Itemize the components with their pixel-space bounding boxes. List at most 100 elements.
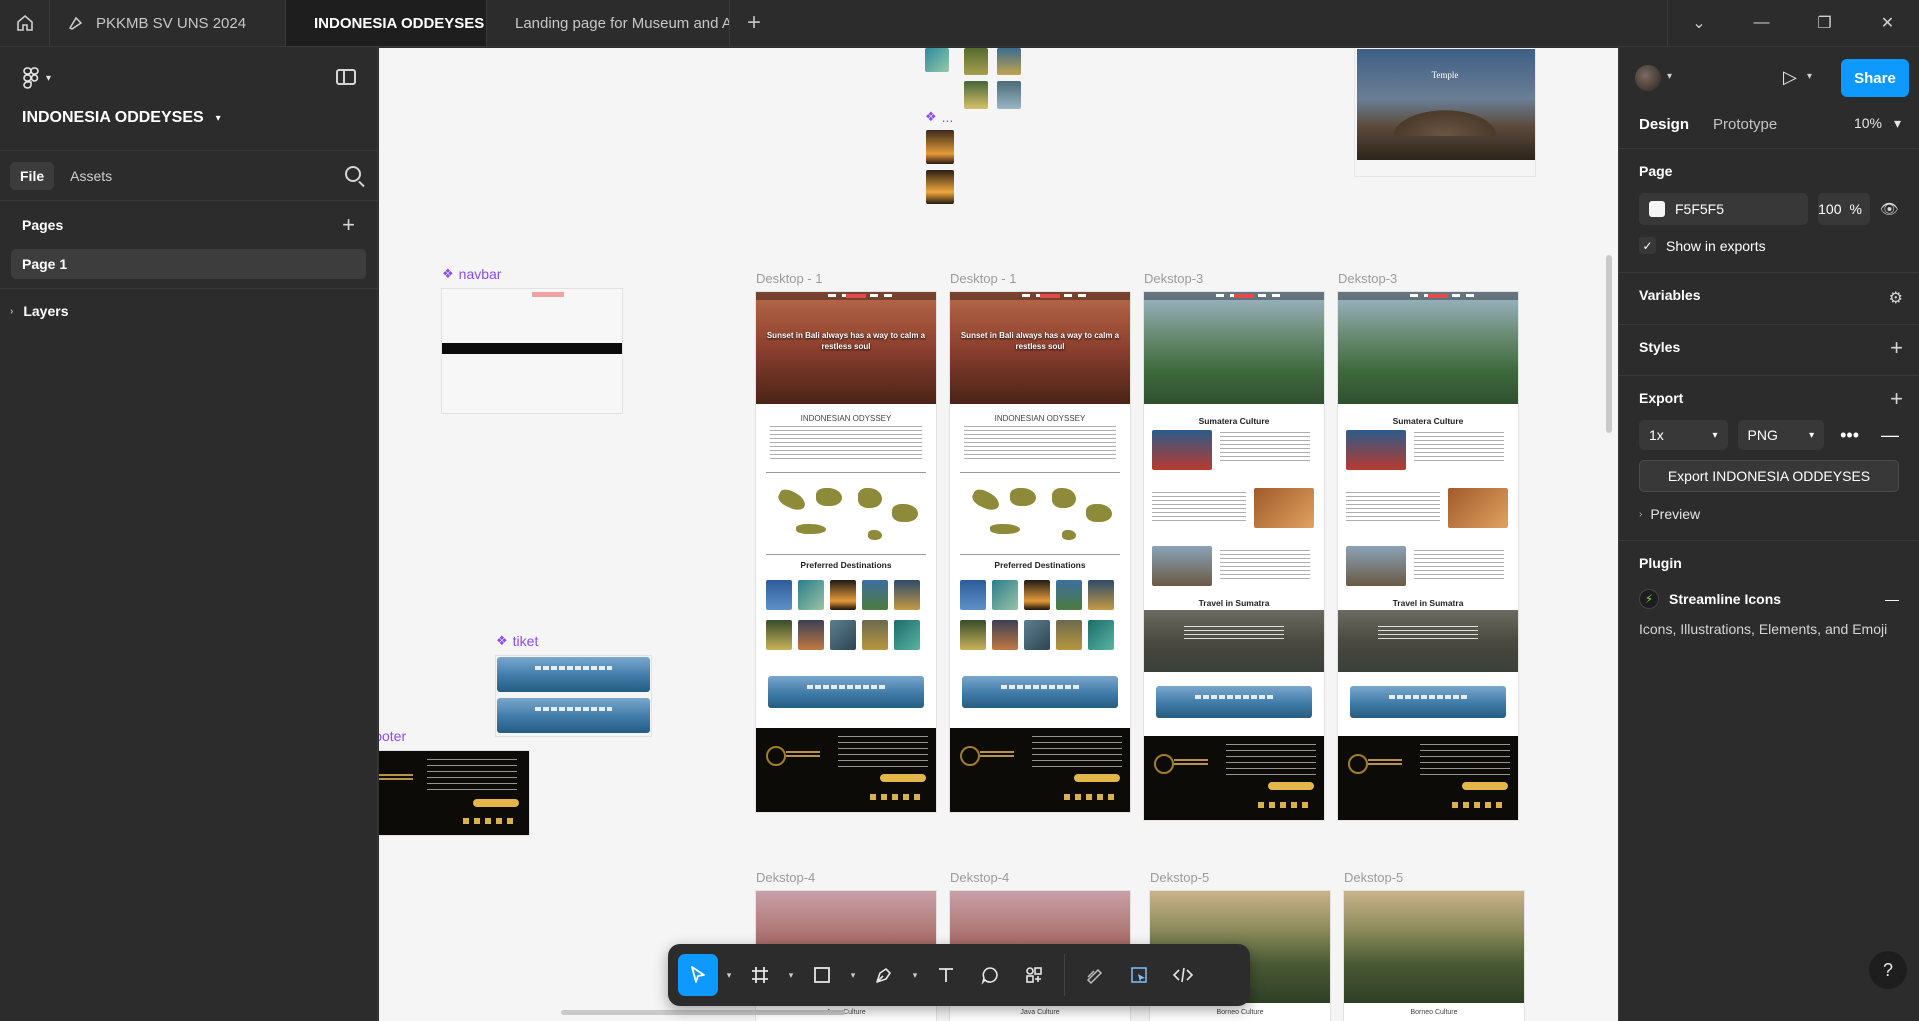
restore-button[interactable]: ❐ <box>1793 0 1856 46</box>
tab-file[interactable]: File <box>10 161 55 190</box>
mini-navbar <box>1338 292 1518 300</box>
shape-tool[interactable] <box>802 954 842 996</box>
tab-landing-page[interactable]: Landing page for Museum and Art Co <box>487 0 730 46</box>
dekstop-5-frame[interactable]: Borneo Culture <box>1344 891 1524 1021</box>
asset-thumbnail[interactable] <box>926 170 954 204</box>
asset-thumbnail[interactable] <box>964 81 988 109</box>
page-item[interactable]: Page 1 <box>11 249 366 279</box>
help-button[interactable]: ? <box>1869 951 1907 989</box>
desktop-1-frame[interactable]: Sunset in Bali always has a way to calm … <box>756 292 936 812</box>
remove-plugin-icon[interactable]: — <box>1885 591 1899 607</box>
remove-export-icon[interactable]: — <box>1881 425 1899 446</box>
frame-tool[interactable] <box>740 954 780 996</box>
dekstop-3-frame[interactable]: Sumatera Culture Travel in Sumatra <box>1144 292 1324 820</box>
tab-assets[interactable]: Assets <box>60 162 122 190</box>
close-window-button[interactable]: ✕ <box>1856 0 1919 46</box>
divider <box>960 472 1120 473</box>
sidebar-toggle-icon[interactable] <box>336 69 356 85</box>
dev-mode-tool[interactable] <box>1163 954 1203 996</box>
component-label-navbar[interactable]: ❖ navbar <box>442 266 501 282</box>
tab-pkkmb[interactable]: PKKMB SV UNS 2024 <box>50 0 286 46</box>
show-in-exports-row[interactable]: ✓ Show in exports <box>1639 237 1899 254</box>
component-label-dots[interactable]: ❖ ... <box>925 109 953 125</box>
page-opacity-input[interactable]: 100 % <box>1817 193 1870 225</box>
export-button[interactable]: Export INDONESIA ODDEYSES <box>1639 460 1899 492</box>
tab-prototype[interactable]: Prototype <box>1713 116 1777 133</box>
footer-logo <box>1150 754 1210 774</box>
page-color-input[interactable]: F5F5F5 <box>1639 193 1808 225</box>
dekstop-3-frame[interactable]: Sumatera Culture Travel in Sumatra <box>1338 292 1518 820</box>
add-style-icon[interactable]: + <box>1890 335 1903 361</box>
checkbox-icon[interactable]: ✓ <box>1639 237 1656 254</box>
footer-component[interactable] <box>379 751 529 835</box>
frame-label[interactable]: Dekstop-3 <box>1338 271 1397 286</box>
export-format-select[interactable]: PNG ▾ <box>1737 420 1825 450</box>
move-tool[interactable] <box>678 954 718 996</box>
chevron-down-icon[interactable]: ▾ <box>784 970 798 981</box>
draw-tool[interactable] <box>1075 954 1115 996</box>
avatar[interactable] <box>1635 65 1661 91</box>
component-label-footer[interactable]: ❖ Footer <box>379 728 406 744</box>
chevron-down-icon[interactable]: ▾ <box>908 970 922 981</box>
frame-label[interactable]: Dekstop-3 <box>1144 271 1203 286</box>
add-tab-button[interactable]: + <box>730 0 778 46</box>
chevron-down-icon[interactable]: ▾ <box>846 970 860 981</box>
tabs-overflow-button[interactable]: ⌄ <box>1667 0 1730 46</box>
navbar-bar <box>442 343 622 354</box>
inspect-icon <box>1131 967 1147 983</box>
zoom-control[interactable]: 10% ▾ <box>1854 115 1901 132</box>
frame-label[interactable]: Dekstop-4 <box>756 870 815 885</box>
variables-settings-icon[interactable]: ⚙ <box>1889 288 1903 308</box>
add-export-icon[interactable]: + <box>1890 386 1903 412</box>
hero-image: Sunset in Bali always has a way to calm … <box>756 292 936 404</box>
frame-label[interactable]: Desktop - 1 <box>756 271 822 286</box>
home-button[interactable] <box>0 0 50 46</box>
variables-section[interactable]: Variables ⚙ <box>1619 273 1919 325</box>
eye-icon[interactable]: 👁 <box>1880 200 1899 218</box>
tab-design[interactable]: Design <box>1639 116 1689 133</box>
add-page-icon[interactable]: + <box>342 212 355 238</box>
chevron-down-icon[interactable]: ▾ <box>1807 71 1812 82</box>
file-title[interactable]: INDONESIA ODDEYSES ▾ <box>22 109 221 127</box>
frame-label[interactable]: Dekstop-5 <box>1150 870 1209 885</box>
asset-thumbnail[interactable] <box>925 48 949 72</box>
horizontal-scrollbar[interactable] <box>561 1010 845 1015</box>
frame-label[interactable]: Desktop - 1 <box>950 271 1016 286</box>
export-scale-select[interactable]: 1x ▾ <box>1639 420 1728 450</box>
travel-banner <box>1338 610 1518 672</box>
share-button[interactable]: Share <box>1841 59 1909 97</box>
more-options-icon[interactable]: ••• <box>1840 425 1859 446</box>
asset-thumbnail[interactable] <box>997 48 1021 75</box>
tab-indonesia-oddeyses[interactable]: INDONESIA ODDEYSES ✕ <box>286 0 487 46</box>
text-tool[interactable] <box>926 954 966 996</box>
actions-tool[interactable] <box>1014 954 1054 996</box>
chevron-down-icon[interactable]: ▾ <box>1667 71 1672 82</box>
present-icon[interactable]: ▷ <box>1783 67 1797 88</box>
component-label-tiket[interactable]: ❖ tiket <box>496 633 538 649</box>
travel-in-sumatra-heading: Travel in Sumatra <box>1198 598 1270 608</box>
minimize-button[interactable]: — <box>1730 0 1793 46</box>
design-canvas[interactable]: ❖ ... Temple ❖ navbar ❖ tiket ❖ Footer D… <box>379 48 1618 1021</box>
frame-label[interactable]: Dekstop-5 <box>1344 870 1403 885</box>
search-icon[interactable] <box>345 166 361 182</box>
comment-tool[interactable] <box>970 954 1010 996</box>
asset-thumbnail[interactable] <box>997 81 1021 109</box>
asset-thumbnail[interactable] <box>964 48 988 75</box>
main-menu-button[interactable]: ▾ <box>22 67 51 89</box>
layers-header[interactable]: › Layers <box>0 289 377 333</box>
preview-toggle[interactable]: › Preview <box>1639 506 1899 522</box>
asset-thumbnail[interactable] <box>926 130 954 164</box>
chevron-down-icon[interactable]: ▾ <box>722 970 736 981</box>
desktop-1-frame[interactable]: Sunset in Bali always has a way to calm … <box>950 292 1130 812</box>
color-swatch[interactable] <box>1649 201 1665 217</box>
dev-mode-inspect-tool[interactable] <box>1119 954 1159 996</box>
navbar-component[interactable] <box>442 289 622 413</box>
pen-tool[interactable] <box>864 954 904 996</box>
temple-card-frame[interactable]: Temple <box>1355 48 1535 176</box>
vertical-scrollbar[interactable] <box>1606 255 1612 433</box>
chevron-right-icon: › <box>10 305 14 317</box>
frame-label[interactable]: Dekstop-4 <box>950 870 1009 885</box>
tiket-component[interactable] <box>496 656 651 736</box>
plugin-item[interactable]: ⚡ Streamline Icons — <box>1639 589 1899 609</box>
pages-heading: Pages <box>22 217 64 233</box>
